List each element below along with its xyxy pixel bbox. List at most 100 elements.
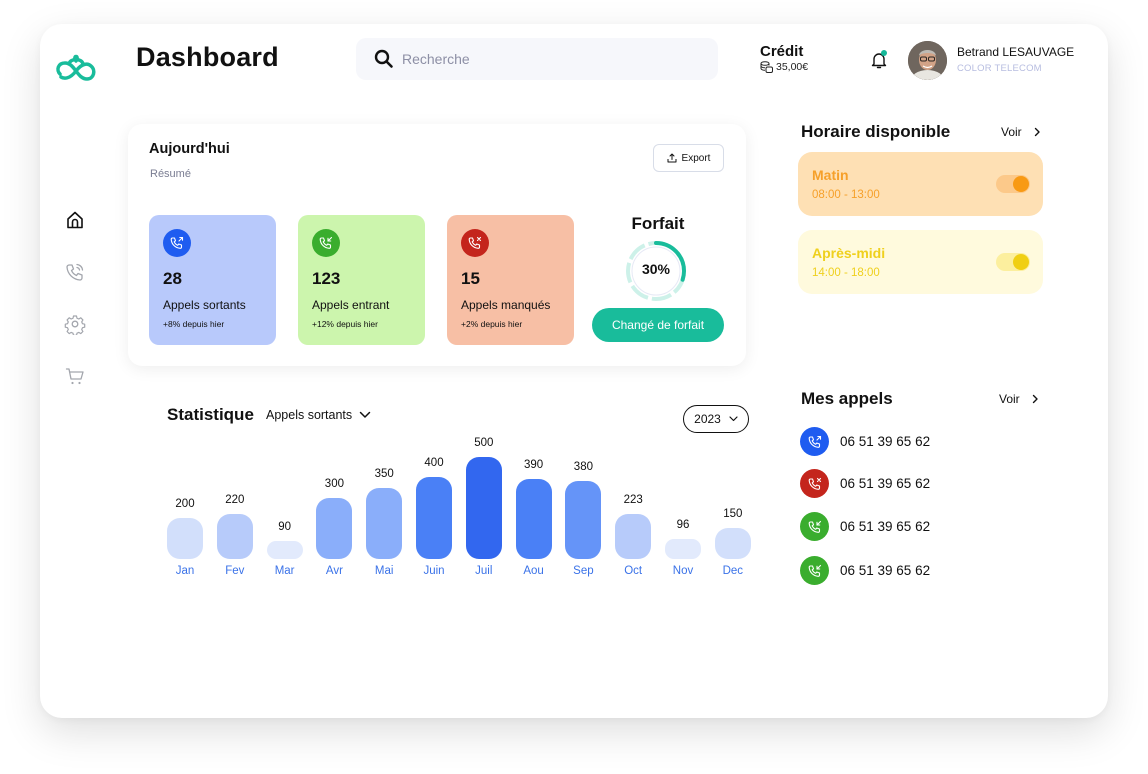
- chart-bar[interactable]: [416, 477, 452, 559]
- chevron-down-icon: [359, 411, 371, 418]
- user-company: COLOR TELECOM: [957, 63, 1042, 74]
- credit-display: Crédit 35,00€: [760, 43, 808, 73]
- x-tick-label: Juin: [423, 565, 445, 577]
- chart-bar[interactable]: [167, 518, 203, 559]
- phone-missed-icon: [468, 236, 482, 249]
- page-title: Dashboard: [136, 42, 279, 72]
- phone-incoming-icon: [808, 564, 821, 577]
- call-type-badge: [800, 512, 829, 541]
- credit-value: 35,00€: [760, 61, 808, 73]
- chart-bar[interactable]: [266, 540, 303, 559]
- call-list-item[interactable]: 06 51 39 65 62: [800, 512, 930, 541]
- chart-bar[interactable]: [366, 487, 403, 559]
- stat-value: 28: [163, 269, 182, 288]
- year-dropdown[interactable]: 2023: [683, 405, 749, 433]
- x-tick-label: Jan: [175, 565, 195, 577]
- change-plan-button[interactable]: Changé de forfait: [592, 308, 724, 342]
- call-number: 06 51 39 65 62: [840, 476, 931, 491]
- stat-card-missed[interactable]: 15 Appels manqués +2% depuis hier: [447, 215, 574, 345]
- bar-value-label: 223: [623, 493, 643, 506]
- stat-label: Appels manqués: [461, 298, 551, 312]
- chevron-down-icon: [729, 416, 738, 422]
- statistique-title: Statistique: [167, 405, 254, 424]
- missed-call-badge: [461, 229, 489, 257]
- phone-outgoing-icon: [808, 435, 821, 448]
- x-tick-label: Avr: [325, 565, 343, 577]
- x-tick-label: Juil: [475, 565, 493, 577]
- phone-outgoing-icon: [170, 236, 184, 249]
- incoming-call-badge: [312, 229, 340, 257]
- slot-toggle[interactable]: [996, 175, 1030, 193]
- search-bar[interactable]: [356, 38, 718, 80]
- x-tick-label: Sep: [573, 565, 594, 577]
- today-summary-card: Aujourd'hui Résumé Export 28 Appels sort…: [128, 124, 746, 366]
- x-tick-label: Mar: [274, 565, 295, 577]
- appels-voir-link[interactable]: Voir: [999, 392, 1039, 406]
- forfait-title: Forfait: [631, 214, 685, 233]
- bar-value-label: 390: [524, 459, 544, 472]
- call-list-item[interactable]: 06 51 39 65 62: [800, 427, 930, 456]
- chart-bar[interactable]: [465, 457, 502, 559]
- slot-toggle[interactable]: [996, 253, 1030, 271]
- bar-value-label: 220: [225, 494, 245, 507]
- phone-incoming-icon: [319, 236, 333, 249]
- bar-value-label: 96: [676, 519, 690, 532]
- forfait-percent: 30%: [641, 261, 671, 277]
- chevron-right-icon: [1032, 394, 1038, 404]
- upload-icon: [667, 153, 677, 163]
- credit-amount: 35,00€: [776, 61, 809, 73]
- x-tick-label: Oct: [624, 565, 643, 577]
- search-input[interactable]: [402, 51, 682, 67]
- avatar-photo: [908, 41, 947, 80]
- x-tick-label: Dec: [722, 565, 744, 577]
- voir-label: Voir: [999, 392, 1020, 406]
- call-list-item[interactable]: 06 51 39 65 62: [800, 469, 930, 498]
- call-type-badge: [800, 469, 829, 498]
- chart-bar[interactable]: [216, 514, 253, 559]
- search-icon: [374, 49, 393, 68]
- stat-card-incoming[interactable]: 123 Appels entrant +12% depuis hier: [298, 215, 425, 345]
- chart-bar[interactable]: [515, 479, 552, 559]
- call-type-badge: [800, 556, 829, 585]
- stat-delta: +2% depuis hier: [461, 319, 523, 329]
- slot-time: 08:00 - 13:00: [812, 189, 880, 201]
- chart-bar[interactable]: [615, 513, 652, 559]
- bar-value-label: 150: [723, 508, 743, 521]
- bar-value-label: 380: [573, 461, 593, 474]
- credit-label: Crédit: [760, 43, 804, 60]
- bar-value-label: 500: [474, 437, 494, 449]
- stat-value: 15: [461, 269, 480, 288]
- export-button[interactable]: Export: [653, 144, 724, 172]
- phone-icon[interactable]: [64, 261, 86, 283]
- toggle-knob: [1013, 254, 1029, 270]
- call-type-dropdown[interactable]: Appels sortants: [266, 408, 371, 422]
- call-list-item[interactable]: 06 51 39 65 62: [800, 556, 930, 585]
- avatar[interactable]: [908, 41, 947, 80]
- toggle-knob: [1013, 176, 1029, 192]
- call-number: 06 51 39 65 62: [840, 434, 931, 449]
- cart-icon[interactable]: [64, 365, 86, 387]
- horaire-voir-link[interactable]: Voir: [1001, 125, 1041, 139]
- home-icon[interactable]: [64, 209, 86, 231]
- stat-label: Appels sortants: [163, 298, 246, 312]
- gear-icon[interactable]: [64, 313, 86, 335]
- voir-label: Voir: [1001, 125, 1022, 139]
- chart-bar[interactable]: [565, 481, 602, 559]
- chart-bar[interactable]: [714, 528, 751, 559]
- stat-delta: +12% depuis hier: [312, 319, 378, 329]
- stat-card-outgoing[interactable]: 28 Appels sortants +8% depuis hier: [149, 215, 276, 345]
- user-name[interactable]: Betrand LESAUVAGE: [957, 45, 1074, 59]
- bar-value-label: 90: [278, 520, 291, 533]
- x-tick-label: Nov: [672, 565, 694, 577]
- x-tick-label: Aou: [523, 565, 544, 577]
- chart-bar[interactable]: [316, 497, 353, 559]
- slot-time: 14:00 - 18:00: [812, 267, 880, 279]
- bar-value-label: 400: [424, 457, 444, 470]
- phone-incoming-icon: [808, 520, 821, 533]
- call-type-badge: [800, 427, 829, 456]
- call-number: 06 51 39 65 62: [840, 519, 931, 534]
- call-type-value: Appels sortants: [266, 408, 353, 422]
- slot-name: Après-midi: [812, 245, 886, 261]
- bar-value-label: 300: [324, 477, 344, 490]
- chart-bar[interactable]: [665, 539, 701, 559]
